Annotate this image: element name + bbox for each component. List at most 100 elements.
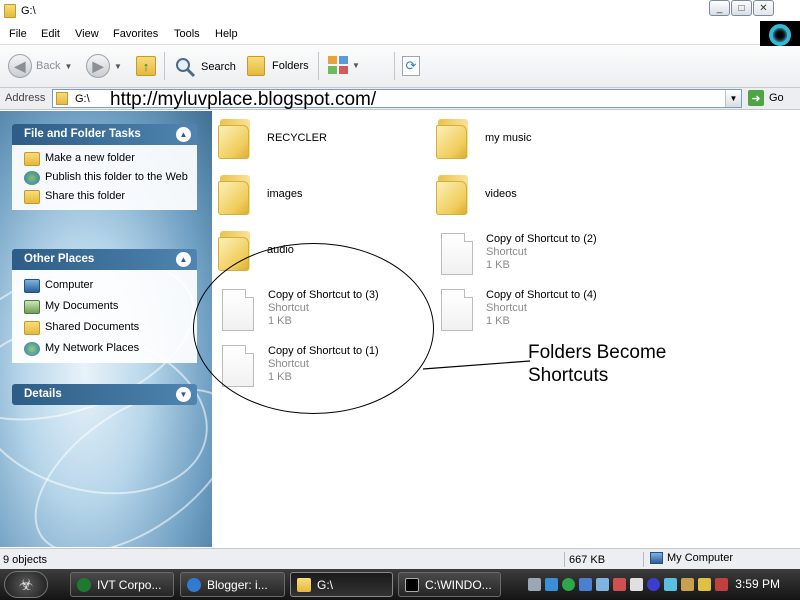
chevron-down-icon[interactable]: ▼	[114, 62, 122, 71]
panel-header[interactable]: File and Folder Tasks ▲	[12, 124, 197, 145]
file-folder-tasks-panel: File and Folder Tasks ▲ Make a new folde…	[12, 124, 197, 210]
expand-icon[interactable]: ▼	[176, 387, 191, 402]
annotation-ellipse	[193, 243, 434, 414]
back-arrow-icon: ◀	[8, 54, 32, 78]
total-size: 667 KB	[569, 554, 606, 566]
sync-button[interactable]: ⟳	[402, 56, 420, 76]
folder-item[interactable]: my music	[436, 119, 531, 159]
tray-app-icon[interactable]	[528, 578, 541, 591]
folder-item[interactable]: videos	[436, 175, 517, 215]
taskbar-item-label: G:\	[317, 577, 334, 592]
folder-icon	[218, 175, 252, 215]
back-label: Back	[36, 60, 61, 72]
taskbar-clock[interactable]: 3:59 PM	[735, 577, 780, 591]
maximize-button[interactable]: □	[731, 0, 752, 16]
my-network-places-link[interactable]: My Network Places	[24, 342, 191, 356]
share-folder-link[interactable]: Share this folder	[24, 190, 191, 204]
taskbar-item-cmd[interactable]: C:\WINDO...	[398, 572, 501, 597]
item-size: 1 KB	[486, 259, 510, 271]
windows-logo	[760, 21, 800, 49]
shortcut-item[interactable]: Copy of Shortcut to (2) Shortcut 1 KB	[441, 233, 597, 275]
tray-app-icon[interactable]	[647, 578, 660, 591]
taskbar-item-label: IVT Corpo...	[97, 577, 162, 592]
chevron-down-icon[interactable]: ▼	[725, 90, 741, 107]
shared-documents-link[interactable]: Shared Documents	[24, 321, 191, 335]
status-divider	[643, 552, 644, 567]
network-icon[interactable]	[545, 578, 558, 591]
taskbar: ☣ IVT Corpo... Blogger: i... G:\ C:\WIND…	[0, 569, 800, 600]
address-path: G:\	[75, 93, 90, 105]
taskbar-item-label: Blogger: i...	[207, 577, 268, 592]
place-label: Computer	[45, 279, 94, 291]
make-new-folder-link[interactable]: Make a new folder	[24, 152, 191, 166]
tray-app-icon[interactable]	[681, 578, 694, 591]
my-documents-link[interactable]: My Documents	[24, 300, 191, 314]
internet-explorer-icon	[187, 577, 201, 592]
place-label: My Documents	[45, 300, 119, 312]
details-panel: Details ▼	[12, 384, 197, 405]
panel-title: Details	[24, 388, 62, 400]
views-button[interactable]: ▼	[328, 56, 360, 74]
taskbar-item-explorer[interactable]: G:\	[290, 572, 393, 597]
new-folder-icon	[24, 152, 40, 166]
go-button[interactable]: ➜ Go	[748, 90, 784, 106]
forward-arrow-icon: ▶	[86, 54, 110, 78]
item-type: Shortcut	[486, 246, 527, 258]
folder-item[interactable]: images	[218, 175, 302, 215]
folder-icon	[436, 175, 470, 215]
watermark-url: http://myluvplace.blogspot.com/	[110, 89, 377, 110]
publish-folder-link[interactable]: Publish this folder to the Web	[24, 171, 191, 185]
share-folder-icon	[24, 190, 40, 204]
shared-folder-icon	[24, 321, 40, 335]
annotation-line-1: Folders Become	[528, 342, 667, 363]
folder-item[interactable]: RECYCLER	[218, 119, 327, 159]
tray-app-icon[interactable]	[715, 578, 728, 591]
refresh-icon: ⟳	[402, 56, 420, 76]
menu-tools[interactable]: Tools	[174, 28, 200, 40]
back-button[interactable]: ◀ Back ▼	[8, 54, 72, 78]
close-button[interactable]: ✕	[753, 0, 774, 16]
views-icon	[328, 56, 348, 74]
menu-view[interactable]: View	[75, 28, 99, 40]
item-name: images	[267, 188, 303, 200]
tray-app-icon[interactable]	[698, 578, 711, 591]
go-arrow-icon: ➜	[748, 90, 764, 106]
folders-icon	[247, 56, 265, 76]
network-icon	[24, 342, 40, 356]
menu-favorites[interactable]: Favorites	[113, 28, 158, 40]
shortcut-item[interactable]: Copy of Shortcut to (4) Shortcut 1 KB	[441, 289, 597, 331]
shortcut-file-icon	[441, 289, 473, 331]
computer-link[interactable]: Computer	[24, 279, 191, 293]
status-bar: 9 objects 667 KB My Computer	[0, 548, 800, 569]
volume-icon[interactable]	[630, 578, 643, 591]
bluetooth-icon[interactable]	[562, 578, 575, 591]
minimize-button[interactable]: _	[709, 0, 730, 16]
tray-app-icon[interactable]	[579, 578, 592, 591]
annotation-line-2: Shortcuts	[528, 365, 609, 386]
menu-file[interactable]: File	[9, 28, 27, 40]
forward-button[interactable]: ▶ ▼	[86, 54, 122, 78]
collapse-icon[interactable]: ▲	[176, 127, 191, 142]
search-icon	[176, 58, 196, 78]
menu-help[interactable]: Help	[215, 28, 238, 40]
task-label: Publish this folder to the Web	[45, 171, 188, 183]
panel-header[interactable]: Other Places ▲	[12, 249, 197, 270]
chevron-down-icon[interactable]: ▼	[64, 62, 72, 71]
up-folder-button[interactable]: ↑	[136, 56, 156, 76]
menu-edit[interactable]: Edit	[41, 28, 60, 40]
computer-icon	[650, 552, 663, 564]
taskbar-item-ivt[interactable]: IVT Corpo...	[70, 572, 174, 597]
start-button[interactable]: ☣	[4, 571, 48, 598]
folders-button[interactable]: Folders	[247, 56, 309, 76]
tray-app-icon[interactable]	[664, 578, 677, 591]
taskbar-item-blogger[interactable]: Blogger: i...	[180, 572, 285, 597]
item-name: RECYCLER	[267, 132, 327, 144]
collapse-icon[interactable]: ▲	[176, 252, 191, 267]
item-name: videos	[485, 188, 517, 200]
security-icon[interactable]	[613, 578, 626, 591]
tray-app-icon[interactable]	[596, 578, 609, 591]
search-button[interactable]: Search	[174, 56, 236, 78]
task-label: Make a new folder	[45, 152, 135, 164]
panel-header[interactable]: Details ▼	[12, 384, 197, 405]
location-label: My Computer	[667, 552, 734, 564]
